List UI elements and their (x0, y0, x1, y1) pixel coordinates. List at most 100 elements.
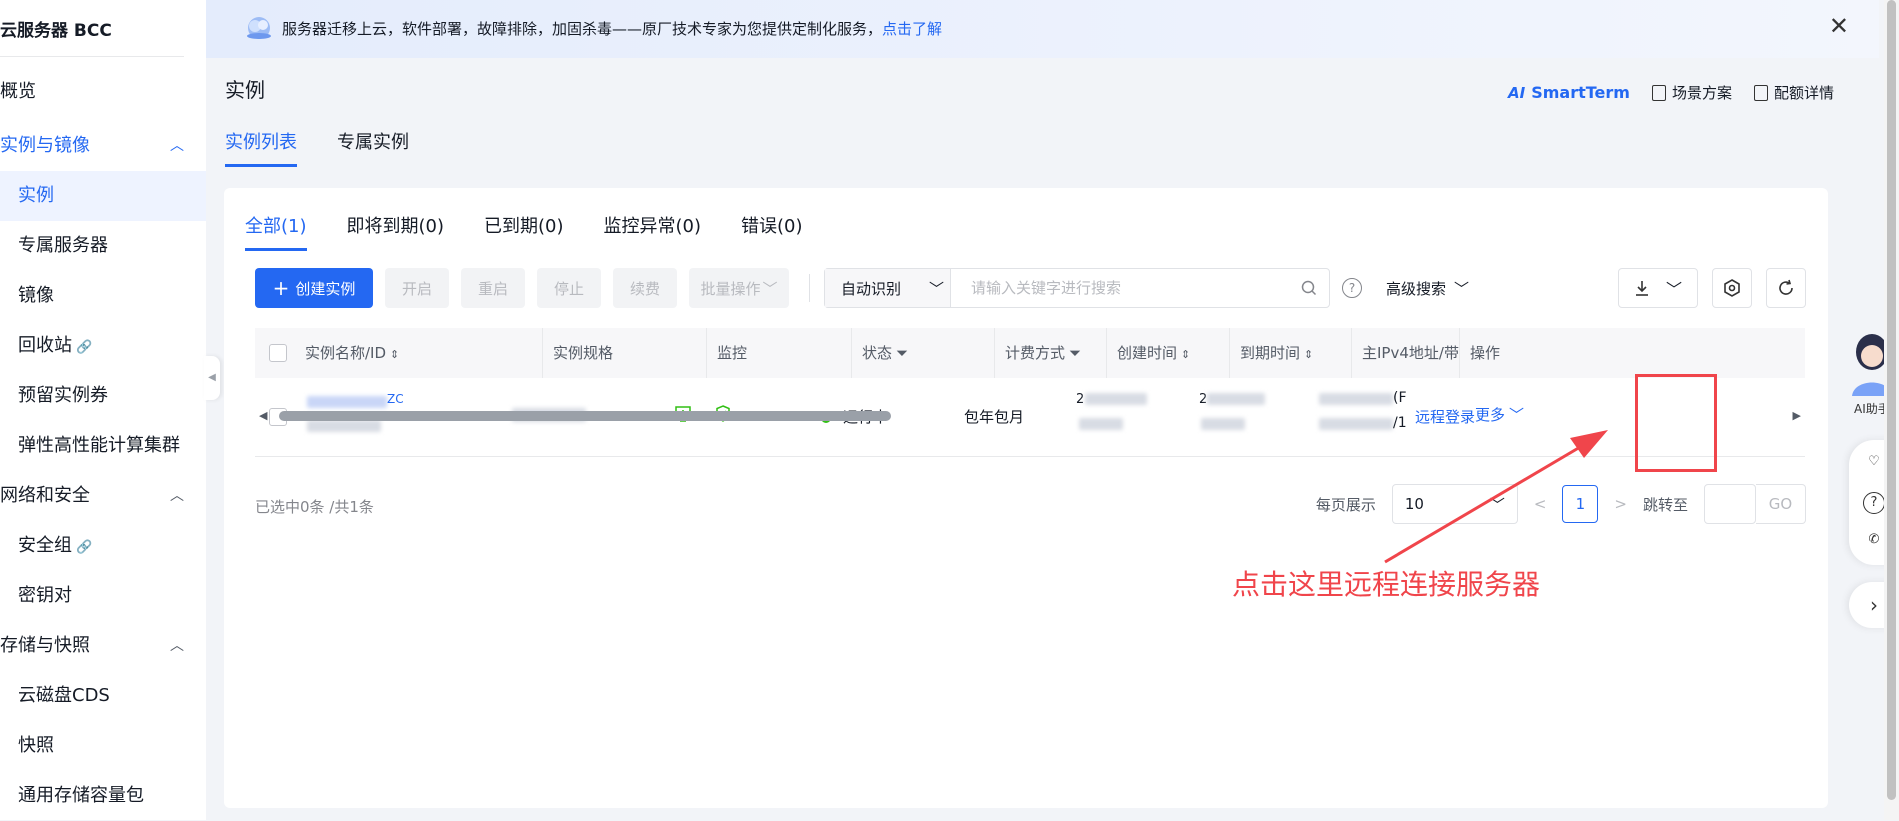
redacted-create-time (1085, 393, 1147, 405)
search-mode-select[interactable]: 自动识别 ﹀ (825, 269, 951, 307)
sidebar-item-storage-package[interactable]: 通用存储容量包 (0, 771, 206, 821)
create-label: 创建实例 (295, 279, 356, 298)
sort-icon: ⇕ (1181, 348, 1191, 361)
th-expire-time[interactable]: 到期时间 ⇕ (1229, 328, 1351, 378)
scroll-right-icon[interactable]: ▶ (1793, 409, 1801, 422)
sidebar-item-cds[interactable]: 云磁盘CDS (0, 671, 206, 721)
scrollbar-thumb[interactable] (279, 411, 891, 421)
current-page-button[interactable]: 1 (1562, 485, 1599, 523)
column-settings-button[interactable] (1712, 268, 1752, 308)
filter-tab-monitor-alert[interactable]: 监控异常(0) (604, 212, 702, 251)
close-icon[interactable]: ✕ (1829, 12, 1849, 40)
sort-icon: ⇕ (390, 348, 400, 361)
filter-tab-error[interactable]: 错误(0) (741, 212, 803, 251)
sidebar-group-network-security[interactable]: 网络和安全 ︿ (0, 471, 206, 521)
sidebar-item-recycle-bin[interactable]: 回收站 🔗 (0, 321, 206, 371)
go-button[interactable]: GO (1756, 484, 1806, 524)
table-header: 实例名称/ID ⇕ 实例规格 监控 状态 ⏷ 计费方式 ⏷ 创建时间 ⇕ 到期时间 ⇕ 主… (255, 328, 1805, 378)
refresh-button[interactable] (1766, 268, 1806, 308)
banner-text: 服务器迁移上云，软件部署，故障排除，加固杀毒——原厂技术专家为您提供定制化服务，… (282, 18, 942, 39)
redacted-expire-time (1207, 393, 1265, 405)
sidebar-item-dedicated-server[interactable]: 专属服务器 (0, 221, 206, 271)
annotation-text: 点击这里远程连接服务器 (1232, 568, 1541, 601)
quota-button[interactable]: 配额详情 (1753, 82, 1834, 103)
next-page-icon[interactable]: > (1614, 495, 1627, 513)
page-size-select[interactable]: 10 ﹀ (1391, 484, 1518, 524)
ai-icon: AI (1508, 83, 1526, 102)
chevron-down-icon: ﹀ (1454, 279, 1470, 298)
start-button[interactable]: 开启 (385, 268, 449, 308)
sidebar-item-label: 云磁盘CDS (18, 685, 110, 706)
create-instance-button[interactable]: + 创建实例 (255, 268, 373, 308)
filter-tab-all[interactable]: 全部(1) (245, 212, 307, 251)
chevron-down-icon: ﹀ (929, 279, 945, 298)
toolbar-divider (809, 274, 810, 302)
filter-icon: ⏷ (1069, 344, 1082, 362)
phone-icon[interactable]: ✆ (1863, 530, 1885, 552)
checklist-icon (1651, 84, 1666, 101)
sidebar-item-images[interactable]: 镜像 (0, 271, 206, 321)
sidebar-item-label: 通用存储容量包 (18, 785, 144, 806)
main-tabs: 实例列表 专属实例 (225, 128, 409, 167)
filter-tab-expired[interactable]: 已到期(0) (484, 212, 564, 251)
vertical-scrollbar-thumb[interactable] (1887, 0, 1896, 800)
instance-table: 实例名称/ID ⇕ 实例规格 监控 状态 ⏷ 计费方式 ⏷ 创建时间 ⇕ 到期时间 ⇕ 主… (255, 328, 1805, 457)
sidebar-item-label: 专属服务器 (18, 235, 108, 256)
stop-button[interactable]: 停止 (537, 268, 601, 308)
th-billing[interactable]: 计费方式 ⏷ (994, 328, 1106, 378)
restart-button[interactable]: 重启 (461, 268, 525, 308)
sidebar-divider (0, 56, 184, 57)
tab-dedicated-instances[interactable]: 专属实例 (337, 128, 409, 167)
sidebar-group-instances-images[interactable]: 实例与镜像 ︿ (0, 121, 206, 171)
select-all-checkbox[interactable] (269, 344, 287, 362)
help-icon[interactable]: ? (1342, 278, 1362, 298)
advanced-search-button[interactable]: 高级搜索 ﹀ (1386, 278, 1469, 299)
jump-page-input[interactable] (1704, 484, 1756, 524)
sidebar-group-storage-snapshot[interactable]: 存储与快照 ︿ (0, 621, 206, 671)
th-status[interactable]: 状态 ⏷ (851, 328, 994, 378)
banner-learn-more-link[interactable]: 点击了解 (882, 20, 942, 38)
horizontal-scrollbar[interactable]: ◀ ▶ (255, 406, 1805, 426)
vertical-scrollbar[interactable] (1884, 0, 1899, 820)
batch-operations-button[interactable]: 批量操作 ﹀ (689, 268, 789, 308)
scroll-left-icon[interactable]: ◀ (259, 409, 267, 422)
sidebar-item-overview[interactable]: 概览 (0, 67, 206, 117)
tab-instance-list[interactable]: 实例列表 (225, 128, 297, 167)
th-name[interactable]: 实例名称/ID ⇕ (295, 328, 542, 378)
sidebar-item-key-pair[interactable]: 密钥对 (0, 571, 206, 621)
prev-page-icon[interactable]: < (1534, 495, 1547, 513)
banner-message: 服务器迁移上云，软件部署，故障排除，加固杀毒——原厂技术专家为您提供定制化服务， (282, 20, 883, 38)
renew-button[interactable]: 续费 (613, 268, 677, 308)
chevron-down-icon: ﹀ (1489, 495, 1505, 514)
help-icon[interactable]: ? (1863, 492, 1885, 514)
sidebar-item-snapshot[interactable]: 快照 (0, 721, 206, 771)
instance-id-link[interactable]: ZC (387, 392, 404, 406)
search-group: 自动识别 ﹀ (824, 268, 1330, 308)
instance-card: 全部(1) 即将到期(0) 已到期(0) 监控异常(0) 错误(0) + 创建实例… (224, 188, 1828, 808)
sort-icon: ⇕ (1304, 348, 1314, 361)
sidebar-item-label: 实例 (18, 185, 54, 206)
column-header-label: 创建时间 (1117, 344, 1178, 362)
status-filter-tabs: 全部(1) 即将到期(0) 已到期(0) 监控异常(0) 错误(0) (245, 212, 803, 251)
cloud-service-icon (247, 17, 271, 39)
page-title: 实例 (225, 78, 265, 102)
download-dropdown[interactable]: ﹀ (1618, 268, 1698, 308)
sidebar-item-security-group[interactable]: 安全组 🔗 (0, 521, 206, 571)
sidebar-item-instance[interactable]: 实例 (0, 171, 206, 221)
sidebar-collapse-handle[interactable]: ◀ (204, 356, 220, 400)
sidebar-item-hpc-cluster[interactable]: 弹性高性能计算集群 (0, 421, 206, 471)
search-input[interactable] (951, 269, 1289, 307)
favorite-icon[interactable]: ♡ (1863, 452, 1885, 474)
pagination: 每页展示 10 ﹀ < 1 > 跳转至 GO (1316, 484, 1806, 524)
smartterm-button[interactable]: AI SmartTerm (1508, 83, 1630, 102)
batch-label: 批量操作 (700, 279, 761, 298)
scenario-button[interactable]: 场景方案 (1651, 82, 1732, 103)
search-icon[interactable] (1289, 269, 1329, 307)
sidebar-item-label: 预留实例券 (18, 385, 108, 406)
redacted-ip (1319, 393, 1393, 405)
sidebar-item-reserved-instances[interactable]: 预留实例券 (0, 371, 206, 421)
th-spec: 实例规格 (542, 328, 706, 378)
sidebar-item-label: 网络和安全 (0, 485, 90, 506)
th-create-time[interactable]: 创建时间 ⇕ (1106, 328, 1229, 378)
filter-tab-expiring[interactable]: 即将到期(0) (347, 212, 445, 251)
